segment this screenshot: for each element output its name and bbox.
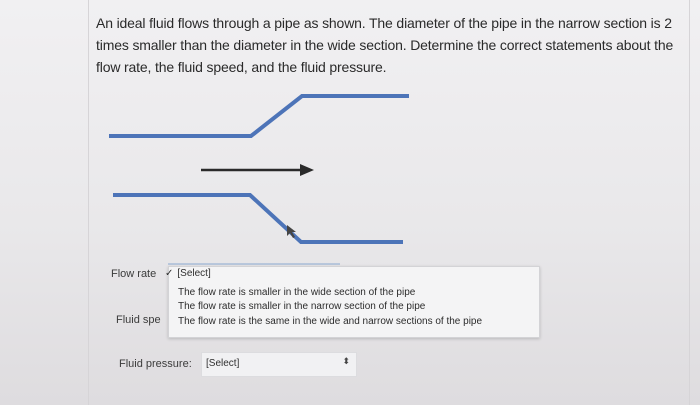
fluid-speed-label: Fluid spe	[116, 314, 161, 326]
flow-rate-option[interactable]: The flow rate is smaller in the wide sec…	[178, 287, 415, 298]
pipe-lower-wall	[113, 193, 403, 244]
pipe-upper-wall	[109, 94, 409, 138]
fluid-pressure-select[interactable]: [Select] ⬍	[201, 352, 357, 377]
pipe-diagram	[109, 94, 409, 244]
fluid-pressure-label: Fluid pressure:	[119, 358, 192, 370]
flow-rate-option[interactable]: The flow rate is the same in the wide an…	[178, 316, 482, 327]
flow-rate-label: Flow rate	[111, 268, 157, 280]
fluid-pressure-selected: [Select]	[206, 358, 240, 369]
flow-arrow-head	[300, 164, 314, 176]
flow-rate-selected: [Select]	[177, 268, 211, 279]
checkmark-icon: ✓	[165, 268, 174, 279]
flow-rate-option[interactable]: The flow rate is smaller in the narrow s…	[178, 301, 425, 312]
select-arrows-icon: ⬍	[342, 356, 350, 366]
flow-rate-select[interactable]: ✓ [Select]	[165, 268, 211, 279]
dropdown-focus-bar	[168, 263, 340, 265]
